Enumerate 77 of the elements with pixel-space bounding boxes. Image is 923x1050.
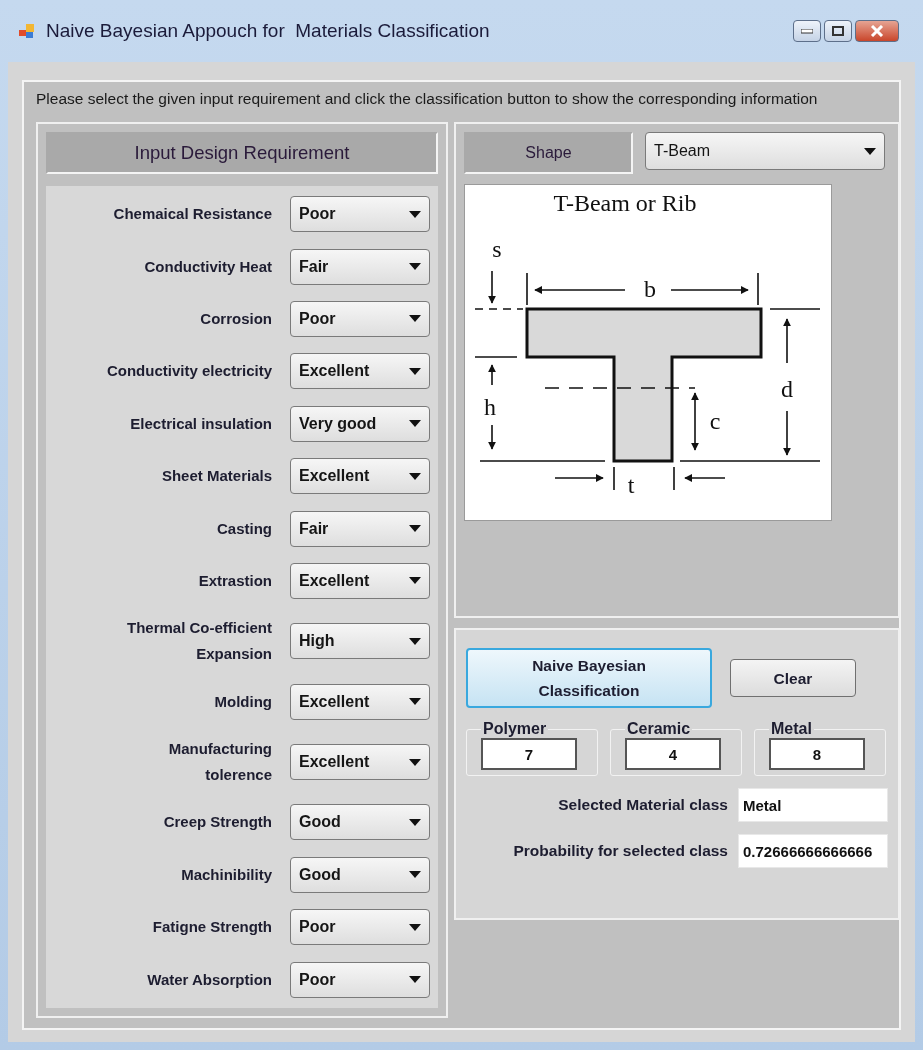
result-field[interactable]: Metal bbox=[738, 788, 888, 822]
requirement-label: Corrosion bbox=[199, 308, 272, 329]
requirement-dropdown[interactable]: Good bbox=[290, 856, 430, 893]
requirement-label: Extrastion bbox=[197, 570, 272, 591]
requirement-label: Machinibility bbox=[180, 864, 272, 885]
caret-icon bbox=[409, 637, 421, 645]
result-field[interactable]: 0.72666666666666 bbox=[738, 834, 888, 868]
maximize-button[interactable] bbox=[824, 20, 852, 42]
dimension-label: d bbox=[781, 376, 793, 402]
dimension-label: h bbox=[484, 394, 496, 420]
requirement-dropdown[interactable]: Very good bbox=[290, 405, 430, 442]
diagram-title: T-Beam or Rib bbox=[553, 190, 697, 216]
caret-icon bbox=[409, 210, 421, 218]
app-icon bbox=[18, 22, 36, 40]
class-name: Polymer bbox=[482, 720, 548, 738]
requirement-dropdown[interactable]: High bbox=[290, 623, 430, 660]
maximize-icon bbox=[832, 26, 844, 36]
window-title: Naive Bayesian Appouch for Materials Classification bbox=[46, 20, 491, 42]
result-label: Selected Material class bbox=[557, 796, 728, 814]
requirement-label: Conductivity electricity bbox=[105, 361, 272, 382]
requirement-label: Molding bbox=[213, 691, 272, 712]
caret-icon bbox=[409, 871, 421, 879]
requirement-dropdown[interactable]: Good bbox=[290, 804, 430, 841]
caret-icon bbox=[864, 147, 876, 155]
requirement-label: Fatigne Strength bbox=[151, 917, 272, 938]
close-icon bbox=[870, 25, 884, 37]
requirement-label: Thermal Co-efficient Expansion bbox=[125, 618, 272, 665]
count-field[interactable]: 4 bbox=[625, 738, 721, 770]
dimension-label: s bbox=[492, 236, 502, 262]
close-button[interactable] bbox=[855, 20, 899, 42]
caret-icon bbox=[409, 420, 421, 428]
caret-icon bbox=[409, 525, 421, 533]
caret-icon bbox=[409, 923, 421, 931]
requirement-dropdown[interactable]: Excellent bbox=[290, 744, 430, 781]
requirement-label: Chemaical Resistance bbox=[112, 204, 272, 225]
requirement-dropdown[interactable]: Poor bbox=[290, 909, 430, 946]
requirement-dropdown[interactable]: Excellent bbox=[290, 353, 430, 390]
requirement-label: Electrical insulation bbox=[129, 413, 272, 434]
caret-icon bbox=[409, 263, 421, 271]
minimize-icon bbox=[801, 28, 813, 34]
caret-icon bbox=[409, 698, 421, 706]
dimension-label: c bbox=[709, 408, 721, 434]
requirement-dropdown[interactable]: Excellent bbox=[290, 458, 430, 495]
caret-icon bbox=[409, 758, 421, 766]
requirement-dropdown[interactable]: Poor bbox=[290, 300, 430, 337]
class-name: Ceramic bbox=[626, 720, 692, 738]
instruction-text: Please select the given input requirement and click the classification button to show the corresponding information bbox=[36, 89, 819, 109]
caret-icon bbox=[409, 577, 421, 585]
caret-icon bbox=[409, 367, 421, 375]
requirement-label: Conductivity Heat bbox=[143, 256, 272, 277]
requirement-label: Sheet Materials bbox=[160, 466, 272, 487]
clear-button[interactable]: Clear bbox=[730, 659, 856, 697]
requirement-dropdown[interactable]: Excellent bbox=[290, 562, 430, 599]
requirement-dropdown[interactable]: Fair bbox=[290, 510, 430, 547]
classify-button[interactable]: Naive Bayesian Classification bbox=[466, 648, 712, 708]
shape-dropdown[interactable]: T-Beam bbox=[645, 132, 885, 170]
requirement-dropdown[interactable]: Poor bbox=[290, 961, 430, 998]
requirement-dropdown[interactable]: Poor bbox=[290, 196, 430, 233]
caret-icon bbox=[409, 315, 421, 323]
dimension-label: b bbox=[644, 276, 656, 302]
minimize-button[interactable] bbox=[793, 20, 821, 42]
result-label: Probability for selected class bbox=[512, 842, 728, 860]
requirement-label: Creep Strength bbox=[162, 812, 272, 833]
panel-title: Input Design Requirement bbox=[46, 132, 438, 174]
requirement-label: Water Absorption bbox=[146, 969, 272, 990]
caret-icon bbox=[409, 472, 421, 480]
class-name: Metal bbox=[770, 720, 813, 738]
requirement-label: Casting bbox=[216, 518, 272, 539]
shape-label: Shape bbox=[464, 132, 633, 174]
caret-icon bbox=[409, 976, 421, 984]
caret-icon bbox=[409, 819, 421, 826]
requirement-dropdown[interactable]: Fair bbox=[290, 248, 430, 285]
count-field[interactable]: 7 bbox=[481, 738, 577, 770]
dimension-label: t bbox=[627, 472, 635, 498]
requirement-dropdown[interactable]: Excellent bbox=[290, 683, 430, 720]
requirement-label: Manufacturing tolerence bbox=[167, 739, 272, 786]
count-field[interactable]: 8 bbox=[769, 738, 865, 770]
